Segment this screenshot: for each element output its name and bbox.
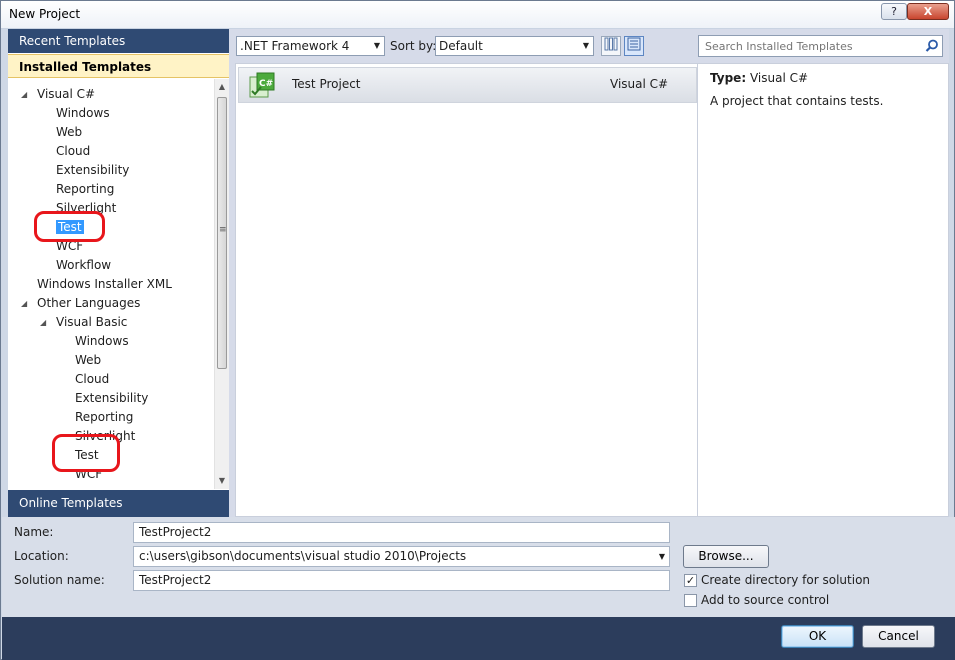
tree-item[interactable]: Cloud [56,142,90,161]
tree-item-label: Reporting [75,410,134,424]
tree-item[interactable]: ◢ Visual Basic [40,313,128,332]
templates-list: C# Test Project Visual C# [235,63,698,517]
template-type: Type: Visual C# [710,71,808,85]
create-directory-label: Create directory for solution [701,573,871,587]
ok-button[interactable]: OK [781,625,854,648]
tree-item[interactable]: Windows [56,104,110,123]
annotation-ring [34,211,105,242]
tree-item[interactable]: Web [56,123,82,142]
tree-item[interactable]: Workflow [56,256,111,275]
location-field[interactable]: c:\users\gibson\documents\visual studio … [133,546,670,567]
tree-item[interactable]: Windows Installer XML [37,275,172,294]
window-title: New Project [9,7,81,21]
template-language: Visual C# [610,77,669,91]
tree-item-label: Windows [56,106,110,120]
location-value: c:\users\gibson\documents\visual studio … [139,549,467,563]
tree-item-label: Visual C# [37,87,96,101]
template-details: Type: Visual C# A project that contains … [698,63,949,517]
tree-item-label: Visual Basic [56,315,128,329]
solution-name-field[interactable]: TestProject2 [133,570,670,591]
csharp-test-project-icon: C# [249,72,275,98]
chevron-down-icon[interactable]: ▼ [659,547,665,566]
solution-name-label: Solution name: [14,573,105,587]
template-tree: ◢ Visual C# Windows Web Cloud Extensibility Re… [8,79,214,489]
tree-item[interactable]: Windows [75,332,129,351]
grid-view-icon [604,37,618,51]
tree-expand-arrow-icon[interactable]: ◢ [40,313,46,332]
medium-icons-view-button[interactable] [601,36,621,56]
tree-item[interactable]: ◢ Visual C# [21,85,96,104]
name-field[interactable]: TestProject2 [133,522,670,543]
online-templates-header[interactable]: Online Templates [8,490,229,517]
tree-item[interactable]: Extensibility [75,389,148,408]
type-label: Type: [710,71,747,85]
dialog-body: Recent Templates Installed Templates ◢ Vi… [8,29,949,517]
tree-item-label: Windows [75,334,129,348]
chevron-down-icon: ▼ [582,41,589,50]
source-control-checkbox[interactable] [684,594,697,607]
tree-item-label: Reporting [56,182,115,196]
template-description: A project that contains tests. [710,94,884,108]
search-icon[interactable] [924,38,940,54]
type-value: Visual C# [749,71,809,85]
project-form: Name: TestProject2 Location: c:\users\gi… [2,517,955,617]
tree-item-label: Extensibility [75,391,149,405]
tree-item-label: Windows Installer XML [37,277,172,291]
tree-item-label: Web [75,353,102,367]
tree-item[interactable]: Cloud [75,370,109,389]
tree-item-label: Cloud [75,372,110,386]
framework-value: .NET Framework 4 [240,39,350,53]
grip-icon: ≡ [219,225,227,235]
title-bar: New Project ? X [1,1,954,29]
search-input[interactable] [699,36,919,56]
details-view-button[interactable] [624,36,644,56]
cancel-button[interactable]: Cancel [862,625,935,648]
location-label: Location: [14,549,69,563]
tree-item[interactable]: Reporting [56,180,114,199]
templates-sidebar: Recent Templates Installed Templates ◢ Vi… [8,29,229,517]
scroll-down-arrow-icon[interactable]: ▼ [215,473,229,489]
tree-item-label: Extensibility [56,163,130,177]
tree-expand-arrow-icon[interactable]: ◢ [21,85,27,104]
list-view-icon [627,37,641,51]
recent-templates-header[interactable]: Recent Templates [8,29,229,53]
tree-scrollbar[interactable]: ▲ ≡ ▼ [214,79,229,489]
chevron-down-icon: ▼ [373,41,380,50]
sort-value: Default [439,39,483,53]
browse-button[interactable]: Browse... [683,545,769,568]
create-directory-checkbox[interactable]: ✓ [684,574,697,587]
search-box[interactable] [698,35,943,57]
tree-item[interactable]: Reporting [75,408,133,427]
scroll-up-arrow-icon[interactable]: ▲ [215,79,229,95]
tree-expand-arrow-icon[interactable]: ◢ [21,294,27,313]
new-project-dialog: New Project ? X Recent Templates Install… [0,0,955,660]
template-name: Test Project [292,77,361,91]
help-button[interactable]: ? [881,3,907,20]
tree-item-label: Other Languages [37,296,141,310]
tree-item[interactable]: Web [75,351,101,370]
tree-item[interactable]: ◢ Other Languages [21,294,141,313]
scroll-thumb[interactable]: ≡ [217,97,227,369]
sort-select[interactable]: Default ▼ [435,36,594,56]
tree-item-label: Web [56,125,83,139]
tree-item-label: Workflow [56,258,112,272]
tree-item-label: Cloud [56,144,91,158]
source-control-label: Add to source control [701,593,830,607]
framework-select[interactable]: .NET Framework 4 ▼ [236,36,385,56]
name-label: Name: [14,525,54,539]
sort-by-label: Sort by: [390,39,437,53]
dialog-footer: OK Cancel [2,617,955,660]
tree-item[interactable]: Extensibility [56,161,129,180]
close-button[interactable]: X [907,3,949,20]
installed-templates-header[interactable]: Installed Templates [8,54,229,78]
template-item[interactable]: C# Test Project Visual C# [238,67,697,103]
annotation-ring [52,434,120,472]
